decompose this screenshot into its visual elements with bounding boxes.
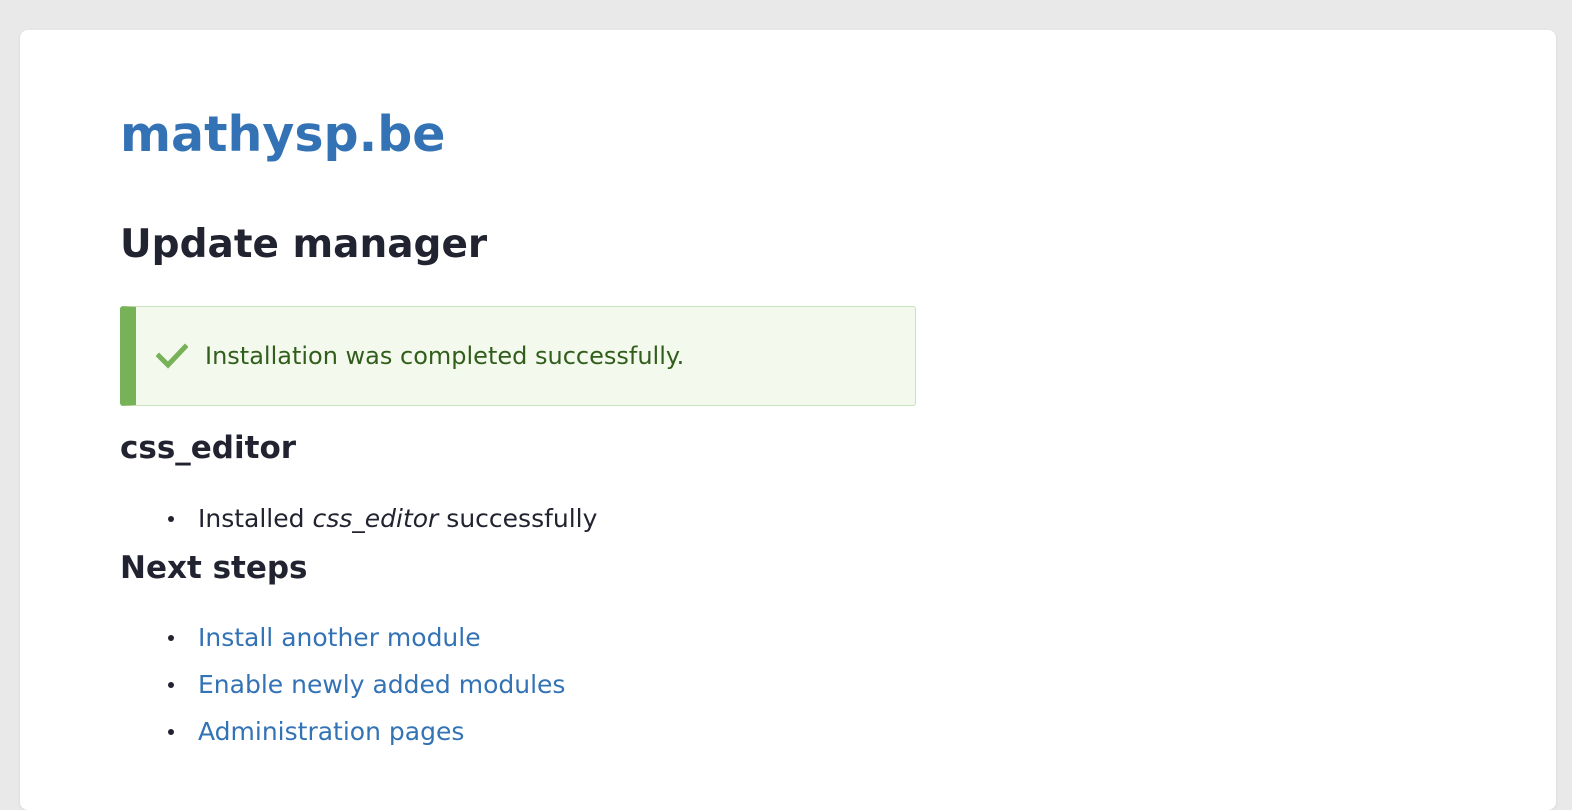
list-item: Administration pages [120, 708, 565, 755]
enable-modules-link[interactable]: Enable newly added modules [198, 670, 565, 699]
list-item: Install another module [120, 614, 565, 661]
module-name: css_editor [312, 504, 439, 533]
list-item: Enable newly added modules [120, 661, 565, 708]
install-another-module-link[interactable]: Install another module [198, 623, 481, 652]
administration-pages-link[interactable]: Administration pages [198, 717, 464, 746]
module-result-list: Installed css_editor successfully [120, 495, 597, 542]
site-name-link[interactable]: mathysp.be [120, 106, 446, 165]
next-steps-heading: Next steps [120, 550, 308, 586]
list-item: Installed css_editor successfully [120, 495, 597, 542]
module-heading: css_editor [120, 430, 297, 466]
checkmark-icon [155, 342, 189, 370]
next-steps-list: Install another module Enable newly adde… [120, 614, 565, 755]
result-prefix: Installed [198, 504, 305, 533]
page-card: mathysp.be Update manager Installation w… [20, 30, 1556, 810]
page-title: Update manager [120, 222, 488, 267]
status-message-text: Installation was completed successfully. [205, 342, 685, 370]
result-suffix: successfully [446, 504, 598, 533]
status-message: Installation was completed successfully. [120, 306, 916, 406]
